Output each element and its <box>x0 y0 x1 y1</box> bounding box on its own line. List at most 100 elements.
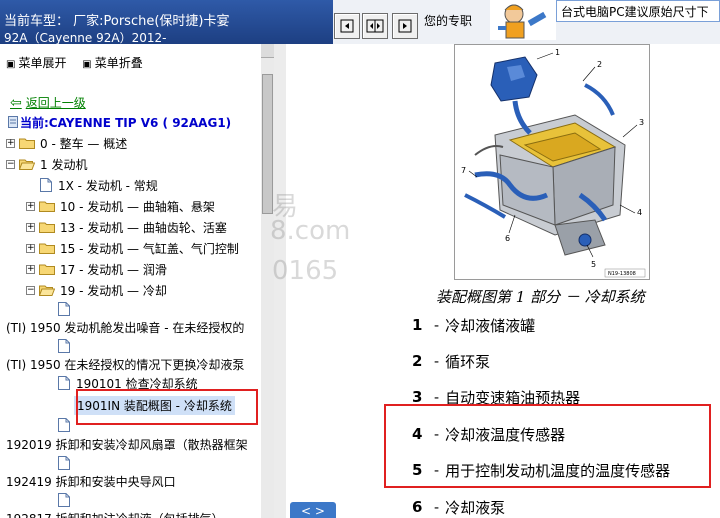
tree-item-label: 1X - 发动机 - 常规 <box>58 178 158 193</box>
tree-item-doc-marker[interactable] <box>58 337 76 355</box>
tree-item-ti-pump[interactable]: (TI) 1950 在未经授权的情况下更换冷却液泵 <box>6 355 244 373</box>
legend-dash: - <box>434 316 440 334</box>
ad-banner[interactable]: 台式电脑PC建议原始尺寸下 <box>556 0 720 22</box>
tree-item-cooling[interactable]: − 19 - 发动机 — 冷却 <box>26 281 167 299</box>
highlight-box-sensors <box>384 404 711 488</box>
mascot-icon <box>490 0 556 40</box>
legend-item: 2- 循环泵 <box>412 349 490 373</box>
document-icon <box>58 493 70 507</box>
collapse-toggle-icon[interactable]: − <box>6 159 15 169</box>
expand-toggle-icon[interactable]: + <box>26 243 35 253</box>
folder-icon <box>19 138 35 149</box>
document-icon <box>58 339 70 353</box>
legend-number: 1 <box>412 316 423 334</box>
page-icon <box>8 116 18 128</box>
scroll-up-button[interactable] <box>261 44 274 58</box>
figure-caption: 装配概图第 1 部分 － 冷却系统 <box>436 288 645 306</box>
tree-item-doc-marker[interactable] <box>58 300 76 318</box>
legend-dash: - <box>434 352 440 370</box>
tree-item-label: 17 - 发动机 — 润滑 <box>60 262 167 277</box>
current-vehicle-label: 当前:CAYENNE TIP V6 ( 92AAG1) <box>20 116 232 130</box>
tree-item-crankshaft-pistons[interactable]: + 13 - 发动机 — 曲轴齿轮、活塞 <box>26 218 227 236</box>
folder-open-icon <box>19 159 35 170</box>
tree-item-label: 10 - 发动机 — 曲轴箱、悬架 <box>60 199 215 214</box>
tree-item-label: (TI) 1950 在未经授权的情况下更换冷却液泵 <box>6 357 245 372</box>
expand-toggle-icon[interactable]: + <box>26 264 35 274</box>
tree-item-label: 192817 拆卸和加注冷却液（包括排气） <box>6 510 224 518</box>
expand-toggle-icon[interactable]: + <box>6 138 15 148</box>
figure-code: N19-13808 <box>608 271 636 277</box>
tree-item-label: 15 - 发动机 — 气缸盖、气门控制 <box>60 241 239 256</box>
tree-item-drain-coolant[interactable]: 192817 拆卸和加注冷却液（包括排气） <box>6 509 224 518</box>
collapse-toggle-icon[interactable]: − <box>26 285 35 295</box>
document-icon <box>58 302 70 316</box>
highlight-box-selected-item <box>76 389 258 425</box>
legend-number: 2 <box>412 352 423 370</box>
tree-item-vehicle-overview[interactable]: + 0 - 整车 — 概述 <box>6 134 127 152</box>
tree-item-label: 19 - 发动机 — 冷却 <box>60 283 167 298</box>
legend-dash: - <box>434 498 440 516</box>
back-link[interactable]: ⇦ 返回上一级 <box>10 94 86 111</box>
tree-item-label: (TI) 1950 发动机舱发出噪音 - 在未经授权的 <box>6 320 245 335</box>
tree-menu-controls: ▣ 菜单展开 ▣ 菜单折叠 <box>6 54 155 71</box>
tree-item-engine[interactable]: − 1 发动机 <box>6 155 87 173</box>
callout-4: 4 <box>637 208 642 217</box>
engine-illustration: 1 2 3 4 5 6 7 N19-13808 <box>461 48 646 278</box>
tree-item-fan-shroud[interactable]: 192019 拆卸和安装冷却风扇罩（散热器框架 <box>6 435 248 453</box>
back-link-label: 返回上一级 <box>25 96 86 110</box>
document-icon <box>58 418 70 432</box>
tree-item-doc-marker[interactable] <box>58 491 76 509</box>
tree-item-crankcase[interactable]: + 10 - 发动机 — 曲轴箱、悬架 <box>26 197 215 215</box>
navigation-tree: ▣ 菜单展开 ▣ 菜单折叠 ⇦ 返回上一级 当前:CAYENNE TIP V6 ( 9… <box>0 44 274 518</box>
expand-all-label: 菜单展开 <box>18 56 67 70</box>
folder-icon <box>39 201 55 212</box>
cooling-system-diagram: 1 2 3 4 5 6 7 N19-13808 <box>454 44 650 280</box>
notice-text: 您的专职 <box>424 14 473 28</box>
legend-text: 冷却液泵 <box>445 498 506 517</box>
folder-icon <box>39 243 55 254</box>
callout-1: 1 <box>555 48 560 57</box>
callout-5: 5 <box>591 260 596 269</box>
folder-icon <box>39 222 55 233</box>
legend-item: 1- 冷却液储液罐 <box>412 313 535 337</box>
callout-7: 7 <box>461 166 466 175</box>
document-icon <box>58 456 70 470</box>
prev-page-icon <box>340 19 354 33</box>
tree-item-label: 1 发动机 <box>40 157 88 172</box>
legend-number: 6 <box>412 498 423 516</box>
tree-item-air-duct[interactable]: 192419 拆卸和安装中央导风口 <box>6 472 176 490</box>
page-nav-button[interactable]: < > <box>290 502 336 518</box>
toggle-split-icon <box>366 19 384 33</box>
vehicle-info-line1: 当前车型： 厂家:Porsche(保时捷)卡宴 <box>4 14 230 29</box>
tree-item-ti-noise[interactable]: (TI) 1950 发动机舱发出噪音 - 在未经授权的 <box>6 318 244 336</box>
toggle-split-button[interactable] <box>362 13 388 39</box>
callout-6: 6 <box>505 234 510 243</box>
tree-item-label: 192019 拆卸和安装冷却风扇罩（散热器框架 <box>6 437 248 452</box>
tree-item-doc-marker[interactable] <box>58 416 76 434</box>
back-arrow-icon: ⇦ <box>10 95 22 111</box>
expand-toggle-icon[interactable]: + <box>26 201 35 211</box>
tree-item-label: 0 - 整车 — 概述 <box>40 136 128 151</box>
tree-item-engine-general[interactable]: 1X - 发动机 - 常规 <box>40 176 158 194</box>
watermark: 8.com <box>270 216 351 246</box>
watermark: 0165 <box>272 256 339 286</box>
tree-item-doc-marker[interactable] <box>58 454 76 472</box>
next-page-icon <box>398 19 412 33</box>
tree-item-lubrication[interactable]: + 17 - 发动机 — 润滑 <box>26 260 167 278</box>
legend-text: 冷却液储液罐 <box>445 316 536 335</box>
collapse-all-label: 菜单折叠 <box>94 56 143 70</box>
prev-page-button[interactable] <box>334 13 360 39</box>
tree-item-cylinder-head[interactable]: + 15 - 发动机 — 气缸盖、气门控制 <box>26 239 239 257</box>
document-icon <box>58 376 70 390</box>
tree-item-label: 13 - 发动机 — 曲轴齿轮、活塞 <box>60 220 227 235</box>
legend-item: 6- 冷却液泵 <box>412 495 505 518</box>
title-strip: 当前车型： 厂家:Porsche(保时捷)卡宴 92A（Cayenne 92A）… <box>0 0 720 44</box>
next-page-button[interactable] <box>392 13 418 39</box>
expand-toggle-icon[interactable]: + <box>26 222 35 232</box>
callout-3: 3 <box>639 118 644 127</box>
vehicle-info-line2: 92A（Cayenne 92A）2012- <box>4 31 167 44</box>
collapse-all-button[interactable]: ▣ 菜单折叠 <box>82 56 142 70</box>
current-vehicle: 当前:CAYENNE TIP V6 ( 92AAG1) <box>8 114 231 131</box>
folder-icon <box>39 264 55 275</box>
expand-all-button[interactable]: ▣ 菜单展开 <box>6 56 66 70</box>
